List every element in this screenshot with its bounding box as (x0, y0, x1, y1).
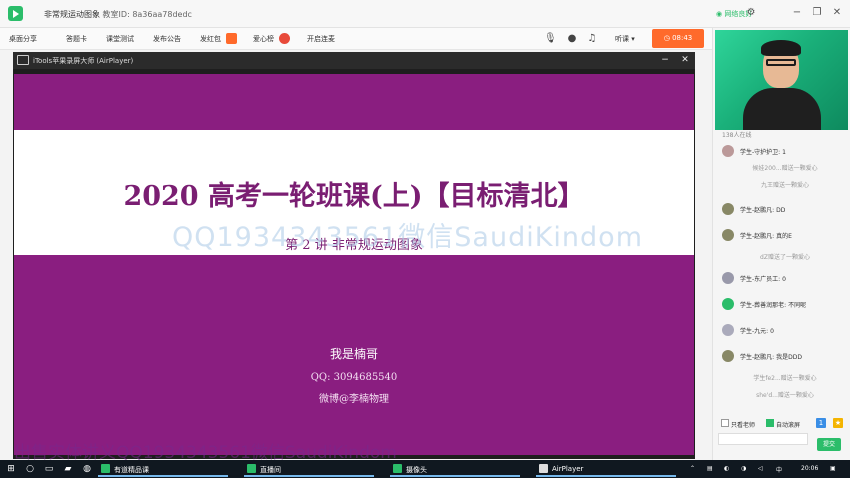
toolbar-desktop-share[interactable]: 桌面分享 (9, 34, 37, 44)
window-title: 非常规运动图象 教室ID: 8a36aa78dedc (44, 9, 192, 20)
microphone-icon[interactable]: 🎙 (544, 32, 557, 46)
online-count: 138人在线 (722, 132, 752, 139)
gift-notice: she'd...赠送一颗爱心 (756, 392, 814, 399)
tray-app-icon[interactable]: ◑ (741, 465, 746, 472)
chat-message: 学生-东广员工: 0 (722, 270, 848, 286)
course-title: 非常规运动图象 (44, 10, 100, 19)
airplayer-close-button[interactable]: ✕ (679, 54, 691, 66)
avatar (722, 298, 734, 310)
browser-icon[interactable]: ◍ (81, 463, 93, 475)
heart-icon (279, 33, 290, 44)
folder-icon[interactable]: ▰ (62, 463, 74, 475)
send-button[interactable]: 提交 (817, 438, 841, 451)
class-timer-button[interactable]: ◷ 08:43 (652, 29, 704, 48)
app-logo-icon (8, 6, 23, 21)
timer-icon: ◷ (663, 34, 673, 42)
avatar (722, 350, 734, 362)
lecture-slide: 2020 高考一轮班课(上)【目标清北】 第 2 讲 非常规运动图象 我是楠哥 … (14, 74, 694, 455)
taskbar-app-camera[interactable]: 摄像头 (390, 461, 520, 477)
toolbar-red-packet[interactable]: 发红包 (200, 34, 221, 44)
toolbar-quiz[interactable]: 课堂测试 (106, 34, 134, 44)
only-teacher-checkbox[interactable] (721, 419, 729, 427)
teacher-camera-feed (715, 30, 848, 130)
tray-network-icon[interactable]: ▤ (707, 465, 713, 472)
toolbar-announcement[interactable]: 发布公告 (153, 34, 181, 44)
chat-input[interactable] (718, 433, 808, 445)
tray-app-icon[interactable]: ◐ (724, 465, 729, 472)
app-icon (247, 464, 256, 473)
gift-notice: 候娃200...赠送一颗爱心 (752, 165, 818, 172)
chat-message: 学生-赵鹏凡: 我是DDD (722, 348, 848, 364)
gift-notice: dZ赠送了一颗爱心 (760, 254, 810, 261)
airplayer-minimize-button[interactable]: − (659, 54, 671, 66)
screen-mirror-icon (17, 55, 29, 65)
task-view-icon[interactable]: ▭ (43, 463, 55, 475)
speaker-mode-dropdown[interactable]: 听课 ▾ (615, 34, 635, 44)
settings-icon[interactable]: ⚙ (744, 6, 758, 20)
emoji-icon[interactable]: 1 (816, 418, 826, 428)
chat-message: 学生-赵鹏凡: DD (722, 201, 848, 217)
avatar (722, 145, 734, 157)
clock[interactable]: 20:06 (801, 465, 818, 472)
toolbar-mic-link[interactable]: 开启连麦 (307, 34, 335, 44)
airplayer-title: iTools苹果录屏大师 (AirPlayer) (33, 57, 134, 65)
avatar (722, 324, 734, 336)
camera-person-glasses (766, 59, 796, 66)
app-icon (393, 464, 402, 473)
search-icon[interactable]: ○ (24, 463, 36, 475)
auto-scroll-checkbox[interactable] (766, 419, 774, 427)
watermark-center: QQ1934343561微信SaudiKindom (172, 222, 644, 253)
chat-message: 学生-九元: 0 (722, 322, 848, 338)
gift-icon[interactable]: ★ (833, 418, 843, 428)
windows-start-icon[interactable]: ⊞ (5, 463, 17, 475)
only-teacher-label: 只看老师 (731, 422, 756, 429)
restore-button[interactable]: ❐ (810, 6, 824, 20)
chat-message: 学生-赵鹏凡: 真的E (722, 227, 848, 243)
close-button[interactable]: ✕ (830, 6, 844, 20)
camera-person-hair (761, 40, 801, 56)
room-id: 8a36aa78dedc (132, 10, 192, 19)
airplayer-window: iTools苹果录屏大师 (AirPlayer) − ✕ 2020 高考一轮班课… (13, 52, 695, 459)
toolbar-answer-card[interactable]: 答题卡 (66, 34, 87, 44)
notification-icon[interactable]: ▣ (830, 465, 836, 472)
avatar (722, 272, 734, 284)
app-icon (101, 464, 110, 473)
taskbar-app-youdao[interactable]: 有道精品课 (98, 461, 228, 477)
gift-notice: 九王赠送一颗爱心 (760, 182, 809, 189)
slide-qq: QQ: 3094685540 (310, 372, 398, 383)
tray-volume-icon[interactable]: ◁ (758, 465, 763, 472)
minimize-button[interactable]: − (790, 6, 804, 20)
avatar (722, 229, 734, 241)
taskbar-app-live-room[interactable]: 直播间 (244, 461, 374, 477)
room-id-label: 教室ID: (102, 10, 130, 19)
auto-scroll-label: 自动滚屏 (776, 422, 801, 429)
slide-title: 2020 高考一轮班课(上)【目标清北】 (123, 181, 585, 212)
red-packet-icon (226, 33, 237, 44)
avatar (722, 203, 734, 215)
camera-icon[interactable]: ● (566, 32, 578, 46)
slide-weibo: 微博@李楠物理 (319, 394, 389, 405)
toolbar-love-rank[interactable]: 爱心榜 (253, 34, 274, 44)
camera-person-body (743, 88, 821, 130)
ime-indicator[interactable]: 中 (776, 465, 782, 474)
slide-presenter: 我是楠哥 (329, 347, 378, 361)
taskbar-app-airplayer[interactable]: AirPlayer (536, 461, 676, 477)
gift-notice: 学生fe2...赠送一颗爱心 (753, 375, 817, 382)
tray-chevron-icon[interactable]: ⌃ (690, 465, 695, 472)
app-icon (539, 464, 548, 473)
chat-message: 学生-葬善润那老: 不同呢 (722, 296, 848, 312)
music-icon[interactable]: ♫ (586, 32, 598, 46)
chat-message: 学生-守护护卫: 1 (722, 143, 848, 159)
